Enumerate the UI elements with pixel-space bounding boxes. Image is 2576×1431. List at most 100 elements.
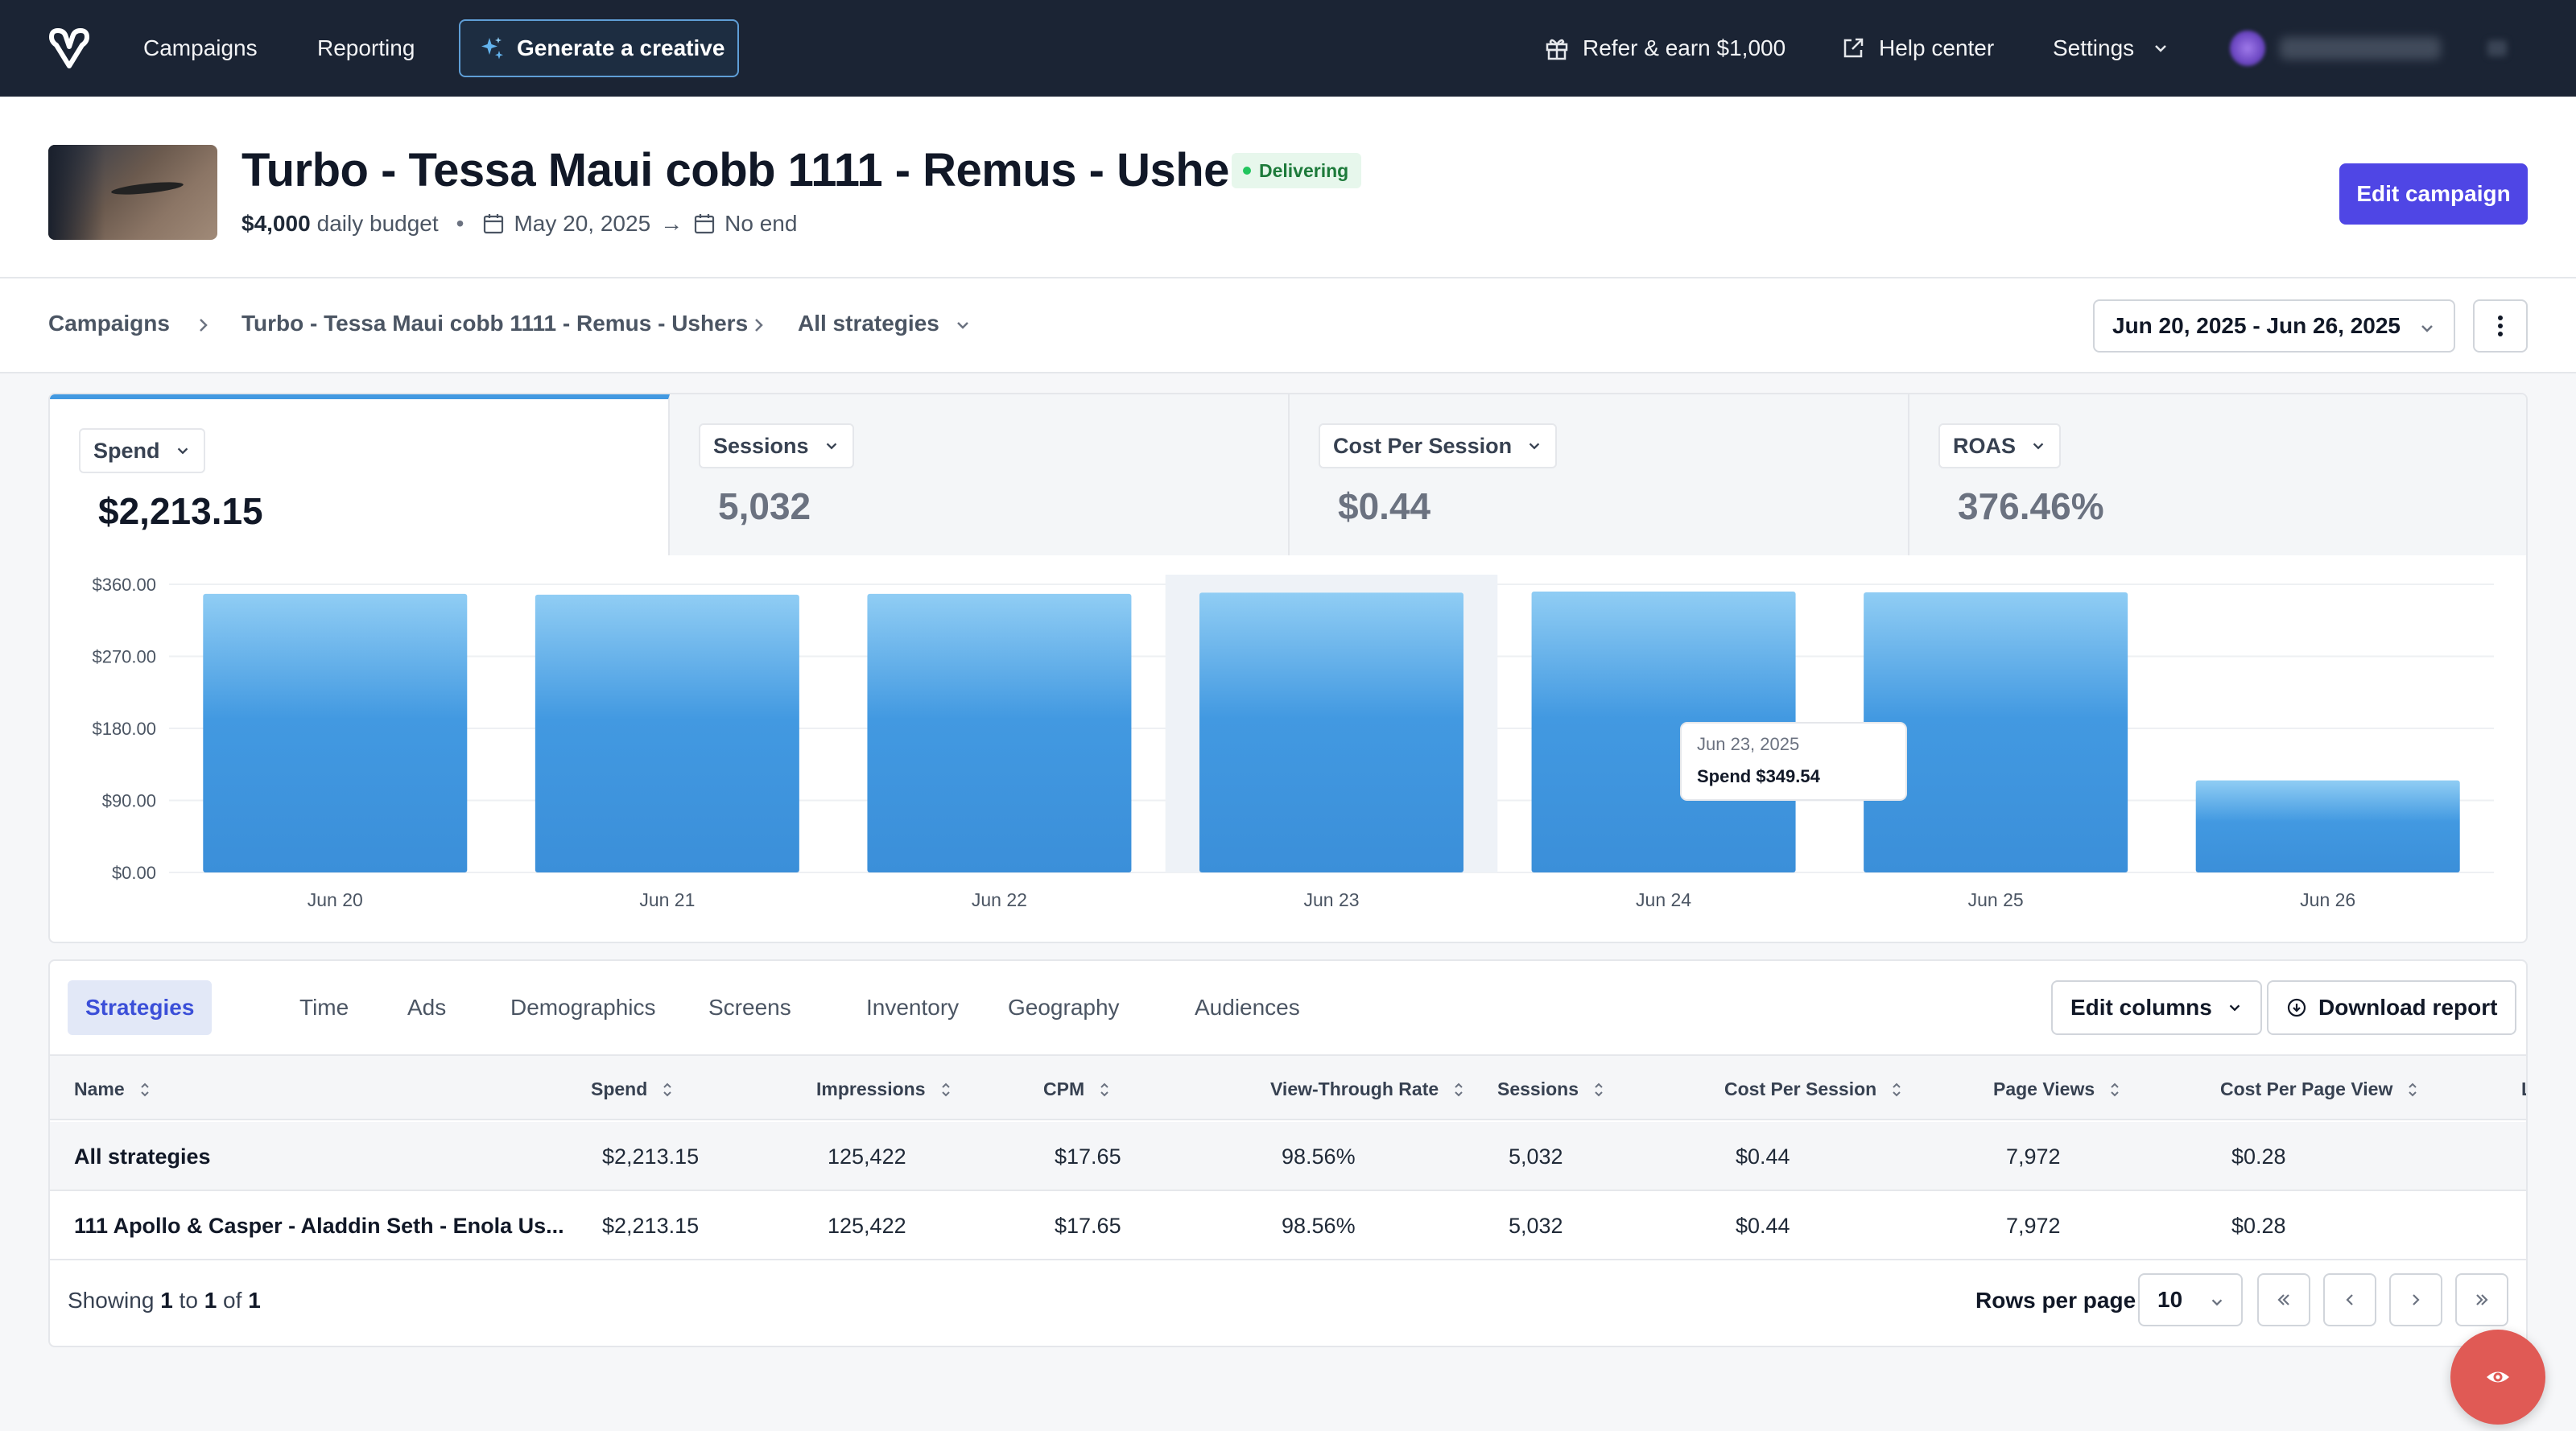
tab-time[interactable]: Time [282, 980, 366, 1035]
column-header-label: L [2521, 1078, 2526, 1100]
chevron-down-icon [826, 443, 836, 450]
metric-tab-cost-per-session[interactable]: Cost Per Session $0.44 [1290, 394, 1909, 555]
tab-screens[interactable]: Screens [691, 980, 809, 1035]
column-header[interactable]: Sessions [1497, 1078, 1606, 1100]
sort-icon[interactable] [1591, 1081, 1606, 1099]
tab-geography[interactable]: Geography [990, 980, 1137, 1035]
column-header-label: Sessions [1497, 1078, 1579, 1099]
table-cell: 7,972 [2006, 1144, 2061, 1169]
column-header[interactable]: Cost Per Page View [2220, 1078, 2420, 1100]
refer-earn-link[interactable]: Refer & earn $1,000 [1544, 0, 1785, 97]
sort-icon[interactable] [138, 1081, 152, 1099]
edit-campaign-button[interactable]: Edit campaign [2339, 163, 2528, 225]
sort-icon[interactable] [1097, 1081, 1112, 1099]
of-label: of [223, 1288, 242, 1313]
column-header[interactable]: CPM [1043, 1078, 1112, 1100]
last-page-button[interactable] [2455, 1273, 2508, 1326]
metric-select-cost-per-session[interactable]: Cost Per Session [1319, 423, 1558, 468]
campaign-thumbnail [48, 145, 217, 240]
tab-strategies[interactable]: Strategies [68, 980, 213, 1035]
chevron-down-icon [956, 321, 968, 329]
nav-campaigns-link[interactable]: Campaigns [143, 0, 258, 97]
showing-to: 1 [204, 1288, 217, 1313]
chevron-down-icon [2211, 1299, 2223, 1306]
spend-bar[interactable] [867, 593, 1132, 872]
x-tick-label: Jun 21 [639, 889, 695, 910]
metric-tab-sessions[interactable]: Sessions 5,032 [670, 394, 1290, 555]
metric-select-sessions[interactable]: Sessions [699, 423, 854, 468]
user-name-redacted[interactable] [2280, 37, 2441, 60]
column-header[interactable]: L [2521, 1078, 2526, 1100]
more-options-button[interactable] [2473, 299, 2528, 353]
rows-per-page-select[interactable]: 10 [2138, 1273, 2243, 1326]
floating-action-button[interactable] [2450, 1330, 2545, 1425]
metric-tab-roas[interactable]: ROAS 376.46% [1909, 394, 2526, 555]
sparkle-icon [481, 37, 503, 60]
tab-inventory[interactable]: Inventory [848, 980, 976, 1035]
first-page-button[interactable] [2257, 1273, 2310, 1326]
edit-columns-button[interactable]: Edit columns [2051, 980, 2262, 1035]
breadcrumb-campaign[interactable]: Turbo - Tessa Maui cobb 1111 - Remus - U… [242, 311, 748, 336]
spend-bar[interactable] [2195, 780, 2460, 872]
table-cell: 98.56% [1282, 1144, 1356, 1169]
tab-audiences[interactable]: Audiences [1177, 980, 1318, 1035]
brand-logo-icon[interactable] [45, 24, 93, 72]
settings-menu[interactable]: Settings [2053, 0, 2169, 97]
chevrons-right-icon [2476, 1294, 2488, 1305]
date-arrow: → [660, 211, 683, 236]
download-report-button[interactable]: Download report [2267, 980, 2517, 1035]
metric-label: ROAS [1953, 433, 2017, 458]
tab-demographics[interactable]: Demographics [493, 980, 674, 1035]
spend-bar-chart: $360.00 $270.00 $180.00 $90.00 $0.00 Jun 20 J… [92, 575, 2494, 910]
nav-reporting-link[interactable]: Reporting [317, 0, 415, 97]
table-cell: $2,213.15 [602, 1144, 700, 1169]
table-cell: All strategies [74, 1144, 211, 1169]
column-header[interactable]: Impressions [816, 1078, 953, 1100]
column-header-label: View-Through Rate [1270, 1078, 1439, 1099]
table-row-total[interactable]: All strategies $2,213.15 125,422 $17.65 98.5… [50, 1122, 2526, 1191]
x-tick-label: Jun 20 [308, 889, 363, 910]
column-header[interactable]: Spend [591, 1078, 675, 1100]
gift-icon [1546, 39, 1568, 60]
spend-bar[interactable] [1199, 592, 1463, 872]
start-date: May 20, 2025 [514, 211, 651, 236]
breadcrumb-campaigns[interactable]: Campaigns [48, 311, 170, 336]
column-header[interactable]: Cost Per Session [1724, 1078, 1904, 1100]
breadcrumb-strategy-select[interactable]: All strategies [798, 311, 972, 336]
x-tick-label: Jun 23 [1303, 889, 1359, 910]
column-header[interactable]: View-Through Rate [1270, 1078, 1466, 1100]
column-header[interactable]: Name [74, 1078, 152, 1100]
sort-icon[interactable] [2405, 1081, 2420, 1099]
next-page-button[interactable] [2389, 1273, 2442, 1326]
column-header-label: CPM [1043, 1078, 1085, 1099]
chevron-left-icon [2346, 1294, 2353, 1305]
sort-icon[interactable] [2107, 1081, 2122, 1099]
sort-icon[interactable] [1451, 1081, 1466, 1099]
user-avatar[interactable] [2230, 31, 2265, 66]
previous-page-button[interactable] [2323, 1273, 2376, 1326]
metric-select-roas[interactable]: ROAS [1938, 423, 2062, 468]
spend-bar[interactable] [203, 593, 468, 872]
spend-bar[interactable] [535, 594, 799, 872]
table-header: Name Spend Impressions CPM View-Through Rate… [50, 1054, 2526, 1120]
chevron-down-icon [2421, 325, 2433, 332]
x-tick-label: Jun 25 [1968, 889, 2024, 910]
sort-icon[interactable] [1889, 1081, 1904, 1099]
date-range-picker[interactable]: Jun 20, 2025 - Jun 26, 2025 [2093, 299, 2455, 353]
sort-icon[interactable] [660, 1081, 675, 1099]
generate-creative-button[interactable]: Generate a creative [459, 19, 739, 77]
showing-from: 1 [160, 1288, 173, 1313]
metric-tab-spend[interactable]: Spend $2,213.15 [50, 394, 670, 555]
x-tick-label: Jun 22 [972, 889, 1027, 910]
tab-ads[interactable]: Ads [390, 980, 464, 1035]
sort-icon[interactable] [939, 1081, 953, 1099]
help-center-link[interactable]: Help center [1840, 0, 1994, 97]
y-tick-label: $0.00 [112, 863, 156, 883]
table-row[interactable]: 111 Apollo & Casper - Aladdin Seth - Eno… [50, 1191, 2526, 1260]
eye-icon [2487, 1371, 2509, 1383]
to-label: to [179, 1288, 198, 1313]
user-menu-chevron-icon[interactable] [2487, 40, 2507, 56]
metric-select-spend[interactable]: Spend [79, 428, 205, 473]
column-header[interactable]: Page Views [1993, 1078, 2122, 1100]
table-cell: $2,213.15 [602, 1214, 700, 1238]
